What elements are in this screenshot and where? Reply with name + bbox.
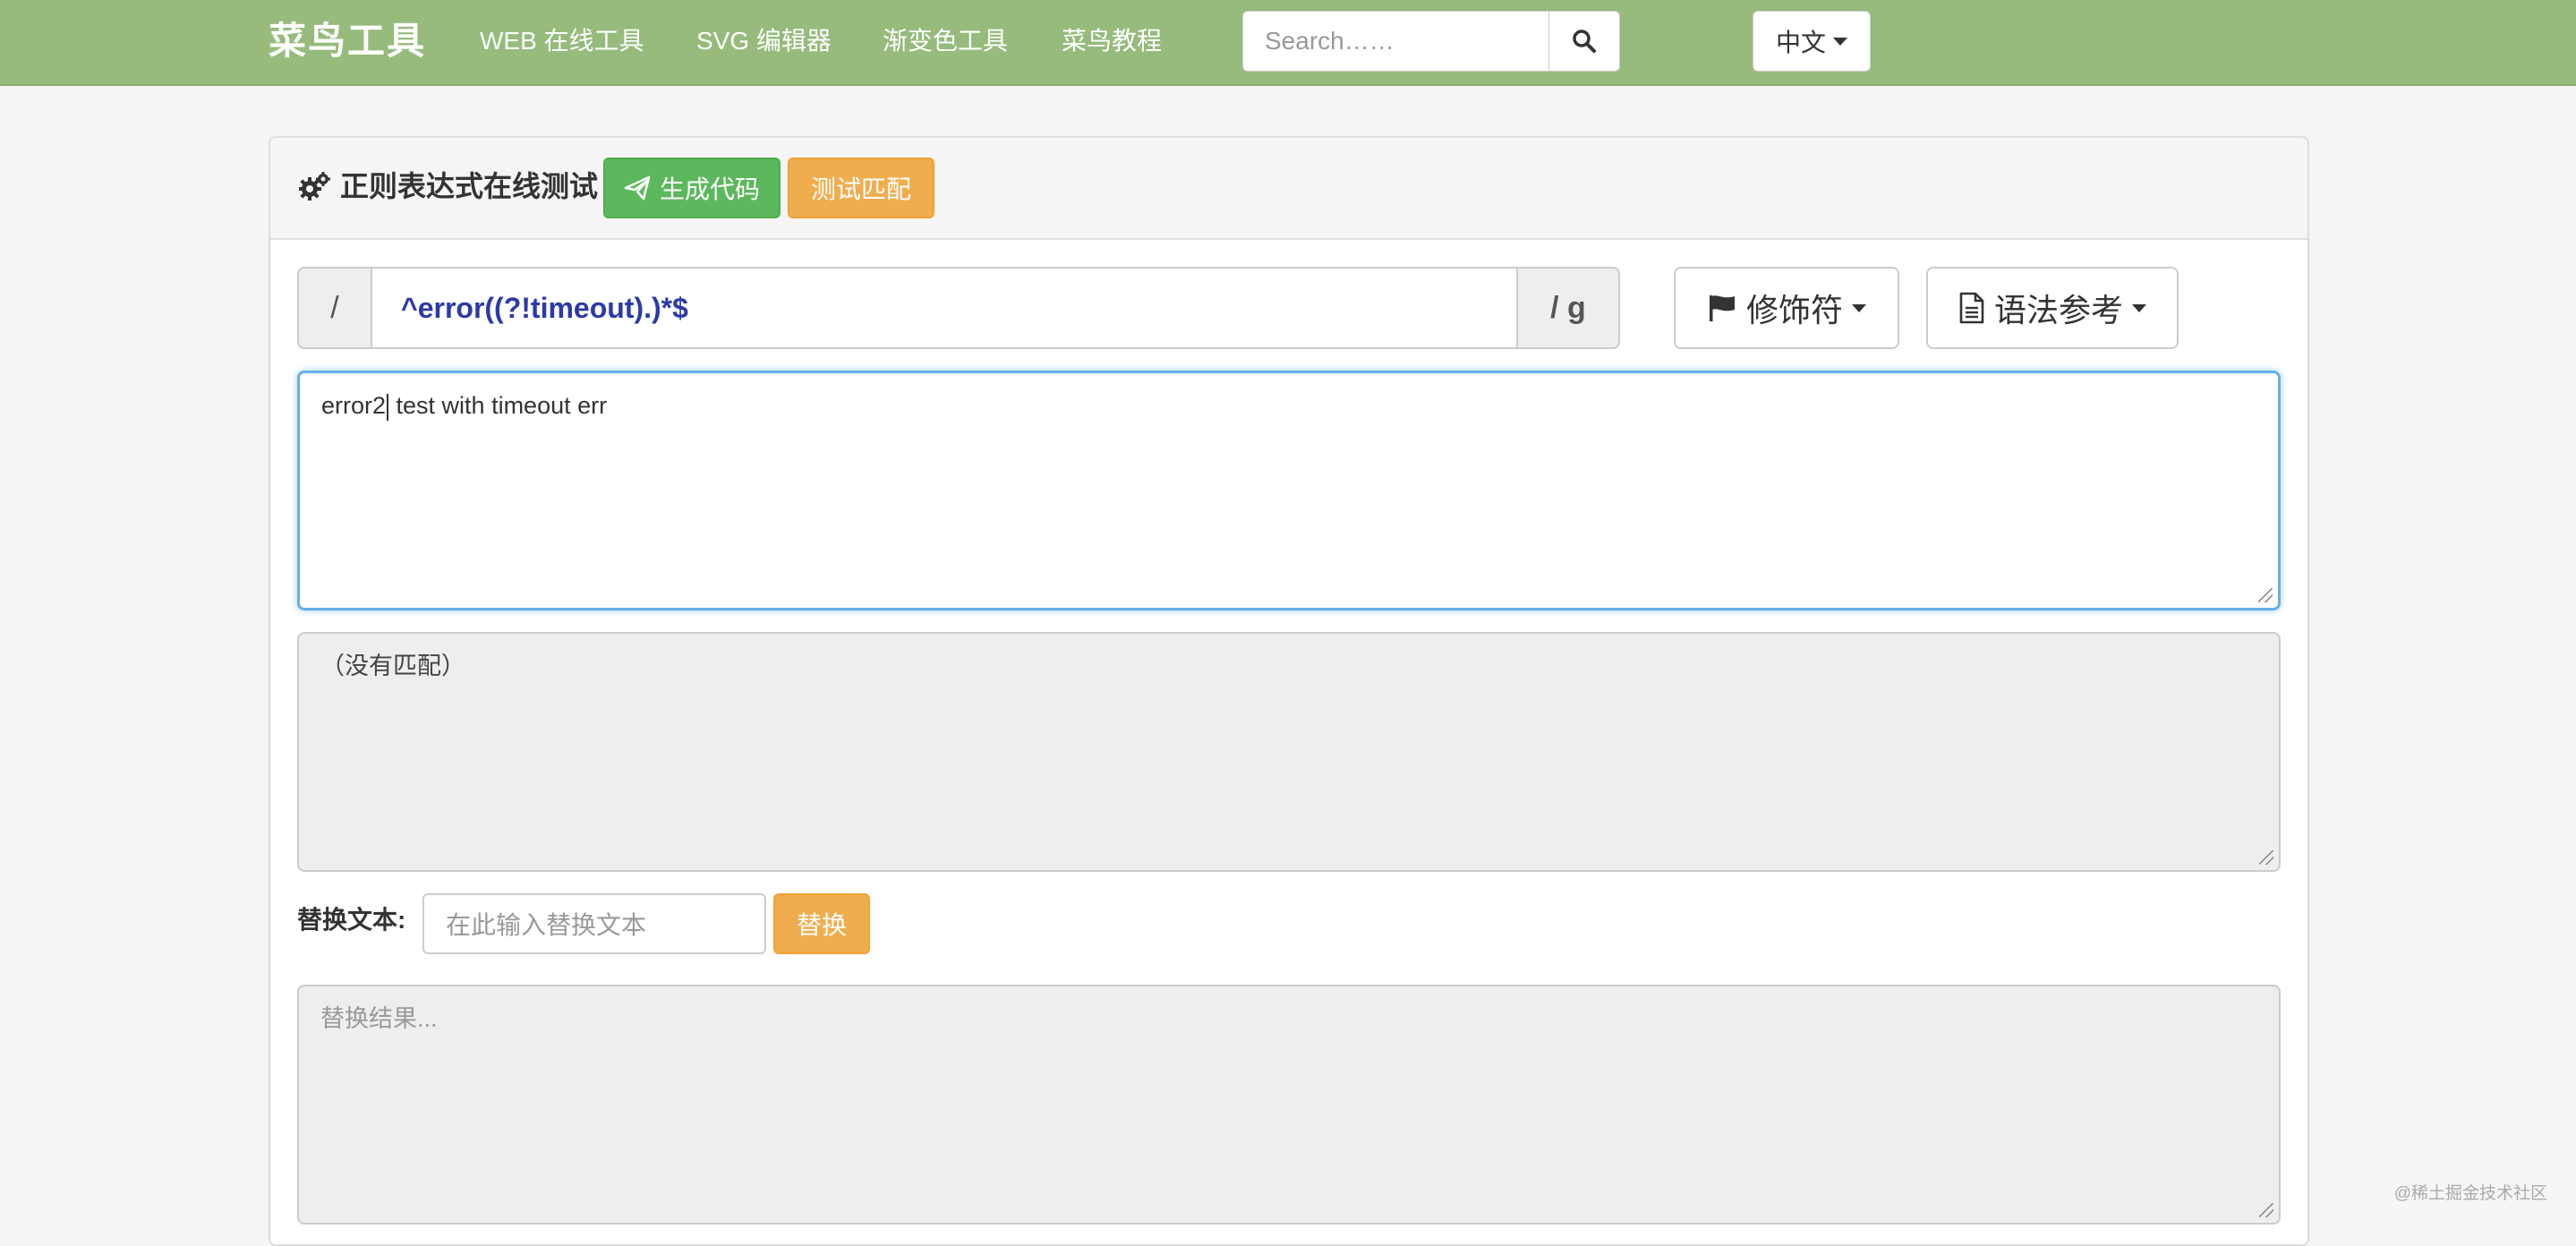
resize-handle-icon[interactable] [2258,588,2273,602]
chevron-down-icon [1852,303,1866,312]
replace-label: 替换文本: [297,906,406,934]
panel-title: 正则表达式在线测试 [299,166,598,206]
search-input[interactable]: Search…… [1242,11,1548,72]
document-icon [1959,292,1984,324]
replace-text-input[interactable]: 在此输入替换文本 [422,893,766,954]
replace-result-area: 替换结果... [297,985,2281,1225]
syntax-label: 语法参考 [1993,292,2123,329]
test-text-before-cursor: error2 [321,392,387,419]
search-button[interactable] [1548,11,1620,72]
regex-input-group: / ^error((?!timeout).)*$ / g [297,267,1620,349]
generate-code-button[interactable]: 生成代码 [603,158,780,218]
regex-flags-display: / g [1518,267,1620,349]
search-icon [1573,30,1596,53]
test-text-after-cursor: test with timeout err [389,392,608,419]
generate-code-label: 生成代码 [659,175,760,203]
match-result-area: （没有匹配） [297,632,2281,872]
flag-icon [1709,295,1735,321]
regex-pattern-input[interactable]: ^error((?!timeout).)*$ [371,267,1518,349]
match-result-text: （没有匹配） [320,653,465,679]
panel-header: 正则表达式在线测试 生成代码 测试匹配 [270,138,2307,240]
chevron-down-icon [1833,37,1847,46]
replace-button[interactable]: 替换 [773,893,870,954]
regex-left-delimiter: / [297,267,371,349]
modifiers-label: 修饰符 [1745,292,1843,329]
text-cursor [387,393,389,421]
language-label: 中文 [1775,29,1826,56]
test-text-area[interactable]: error2 test with timeout err [297,371,2281,610]
modifiers-dropdown[interactable]: 修饰符 [1674,267,1899,349]
nav-link-web-tools[interactable]: WEB 在线工具 [480,23,644,59]
nav-link-svg-editor[interactable]: SVG 编辑器 [696,23,832,59]
replace-result-placeholder: 替换结果... [320,1005,438,1032]
top-navbar: 菜鸟工具 WEB 在线工具 SVG 编辑器 渐变色工具 菜鸟教程 Search…… [0,0,2576,86]
brand-logo[interactable]: 菜鸟工具 [269,16,426,66]
nav-search-group: Search…… [1242,11,1620,72]
syntax-reference-dropdown[interactable]: 语法参考 [1926,267,2179,349]
language-dropdown[interactable]: 中文 [1753,11,1871,72]
test-match-button[interactable]: 测试匹配 [788,158,934,218]
resize-handle-icon[interactable] [2259,1203,2273,1217]
gears-icon [299,172,330,201]
panel-title-text: 正则表达式在线测试 [340,170,599,202]
paper-plane-icon [624,175,651,201]
nav-link-gradient-tool[interactable]: 渐变色工具 [883,23,1008,59]
watermark: @稀土掘金技术社区 [2393,1184,2547,1203]
resize-handle-icon[interactable] [2259,850,2273,865]
nav-link-tutorial[interactable]: 菜鸟教程 [1062,23,1162,59]
chevron-down-icon [2132,303,2146,312]
